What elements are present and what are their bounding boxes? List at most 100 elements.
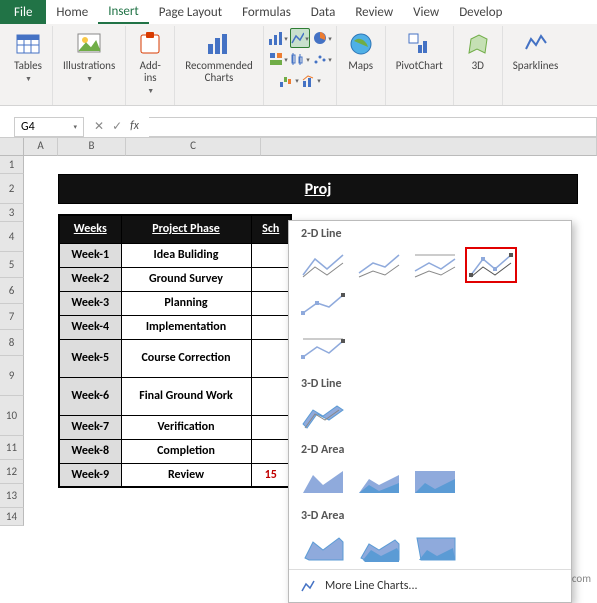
waterfall-chart-icon[interactable]: ▾ [279,70,299,90]
table-cell[interactable] [251,291,291,315]
tables-button[interactable]: Tables ▼ [10,28,46,85]
project-title-cell[interactable]: Proj [58,174,578,204]
stacked-line-option[interactable] [353,247,405,283]
table-cell[interactable]: Review [121,463,251,487]
combo-chart-icon[interactable]: ▾ [301,70,321,90]
column-headers: A B C [0,138,597,156]
row-header[interactable]: 12 [0,460,24,484]
scatter-chart-icon[interactable]: ▾ [312,49,332,69]
table-cell[interactable]: Week-9 [59,463,121,487]
table-cell[interactable]: 15 [251,463,291,487]
row-header[interactable]: 1 [0,156,24,174]
table-cell[interactable] [251,415,291,439]
table-cell[interactable] [251,267,291,291]
table-cell[interactable]: Week-4 [59,315,121,339]
row-header[interactable]: 4 [0,222,24,252]
data-tab[interactable]: Data [301,0,346,24]
select-all-corner[interactable] [0,138,24,156]
develop-tab[interactable]: Develop [449,0,512,24]
line-chart-button[interactable]: ▾ [290,28,310,48]
row-header[interactable]: 8 [0,330,24,356]
recommended-charts-icon [205,30,233,58]
area-option[interactable] [297,463,349,499]
row-header[interactable]: 6 [0,278,24,304]
th-phase[interactable]: Project Phase [121,215,251,243]
pagelayout-tab[interactable]: Page Layout [149,0,232,24]
3d-area-option[interactable] [297,529,349,565]
row-header[interactable]: 10 [0,396,24,436]
row-header[interactable]: 9 [0,356,24,396]
line-chart-dropdown: 2-D Line 3-D Line 2-D Area 3-D Area [288,220,572,603]
th-weeks[interactable]: Weeks [59,215,121,243]
row-header[interactable]: 2 [0,174,24,204]
recommended-charts-button[interactable]: Recommended Charts [181,28,256,86]
col-header-c[interactable]: C [126,138,261,156]
row-header[interactable]: 11 [0,436,24,460]
table-cell[interactable]: Implementation [121,315,251,339]
table-cell[interactable]: Week-2 [59,267,121,291]
worksheet-grid: A B C 1234567891011121314 Proj Weeks Pro… [0,138,597,526]
addins-icon [136,30,164,58]
home-tab[interactable]: Home [46,0,98,24]
row-header[interactable]: 3 [0,204,24,222]
insert-tab[interactable]: Insert [98,0,149,24]
table-cell[interactable]: Course Correction [121,339,251,377]
table-cell[interactable]: Week-3 [59,291,121,315]
th-sch[interactable]: Sch [251,215,291,243]
illustrations-button[interactable]: Illustrations ▼ [59,28,119,85]
100stacked-area-option[interactable] [409,463,461,499]
file-tab[interactable]: File [0,0,46,24]
stat-chart-icon[interactable]: ▾ [290,49,310,69]
pivotchart-button[interactable]: PivotChart [392,28,447,74]
maps-button[interactable]: Maps [343,28,379,74]
formulas-tab[interactable]: Formulas [232,0,301,24]
table-cell[interactable] [251,315,291,339]
table-cell[interactable]: Completion [121,439,251,463]
col-header-rest[interactable] [261,138,597,156]
table-cell[interactable]: Planning [121,291,251,315]
addins-button[interactable]: Add- ins ▼ [132,28,168,97]
chevron-down-icon: ▾ [73,122,77,131]
3d-stacked-area-option[interactable] [353,529,405,565]
table-cell[interactable] [251,339,291,377]
table-cell[interactable]: Week-7 [59,415,121,439]
row-header[interactable]: 5 [0,252,24,278]
cancel-icon[interactable]: ✕ [94,119,104,134]
col-header-b[interactable]: B [58,138,126,156]
row-header[interactable]: 7 [0,304,24,330]
3dmap-button[interactable]: 3D [460,28,496,74]
stacked-area-option[interactable] [353,463,405,499]
3d-line-option[interactable] [297,397,349,433]
table-cell[interactable]: Week-6 [59,377,121,415]
table-cell[interactable]: Week-1 [59,243,121,267]
sparklines-button[interactable]: Sparklines [509,28,563,74]
column-chart-icon[interactable]: ▾ [268,28,288,48]
fx-icon[interactable]: fx [130,119,139,134]
100stacked-line-option[interactable] [409,247,461,283]
formula-bar-input[interactable] [149,117,597,137]
enter-icon[interactable]: ✓ [112,119,122,134]
line-chart-option[interactable] [297,247,349,283]
100stacked-line-markers-option[interactable] [297,331,349,367]
table-cell[interactable]: Idea Buliding [121,243,251,267]
table-cell[interactable]: Final Ground Work [121,377,251,415]
more-line-charts[interactable]: More Line Charts... [289,569,571,602]
review-tab[interactable]: Review [345,0,403,24]
row-header[interactable]: 13 [0,484,24,508]
table-cell[interactable]: Week-5 [59,339,121,377]
row-header[interactable]: 14 [0,508,24,526]
table-cell[interactable] [251,439,291,463]
table-cell[interactable]: Week-8 [59,439,121,463]
col-header-a[interactable]: A [24,138,58,156]
table-cell[interactable]: Verification [121,415,251,439]
table-cell[interactable]: Ground Survey [121,267,251,291]
table-cell[interactable] [251,243,291,267]
hierarchy-chart-icon[interactable]: ▾ [268,49,288,69]
table-cell[interactable] [251,377,291,415]
stacked-line-markers-option[interactable] [297,287,349,323]
pie-chart-icon[interactable]: ▾ [312,28,332,48]
name-box[interactable]: G4 ▾ [14,117,84,137]
3d-100stacked-area-option[interactable] [409,529,461,565]
view-tab[interactable]: View [403,0,449,24]
line-markers-option-highlighted[interactable] [465,247,517,283]
